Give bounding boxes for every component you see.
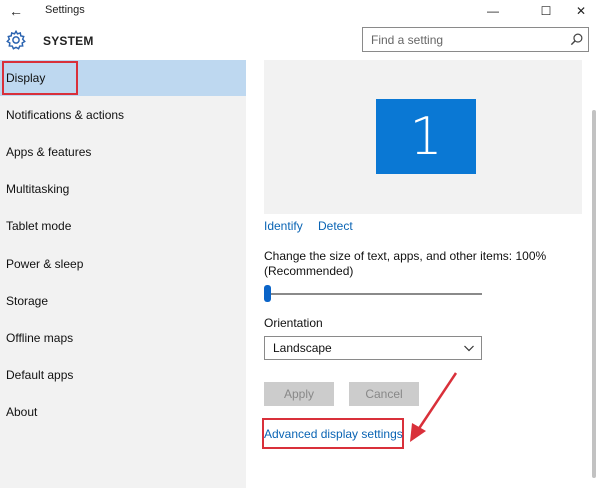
sidebar: Display Notifications & actions Apps & f…	[0, 60, 246, 488]
sidebar-item-offline-maps[interactable]: Offline maps	[0, 320, 246, 356]
advanced-display-settings-link[interactable]: Advanced display settings	[264, 427, 403, 441]
page-title: SYSTEM	[43, 34, 94, 48]
orientation-dropdown[interactable]: Landscape	[264, 336, 482, 360]
maximize-icon: ☐	[540, 4, 552, 18]
apply-label: Apply	[283, 387, 315, 401]
sidebar-item-about[interactable]: About	[0, 394, 246, 430]
cancel-label: Cancel	[365, 387, 403, 401]
back-button[interactable]: ←	[0, 0, 32, 22]
title-bar: ← Settings — ☐ ✕	[0, 0, 600, 22]
scale-label: Change the size of text, apps, and other…	[264, 249, 547, 278]
detect-link[interactable]: Detect	[318, 219, 353, 233]
highlight-box-display	[2, 61, 78, 95]
orientation-label: Orientation	[264, 316, 323, 330]
sidebar-item-tablet-mode[interactable]: Tablet mode	[0, 208, 246, 244]
sidebar-item-notifications[interactable]: Notifications & actions	[0, 97, 246, 133]
minimize-icon: —	[487, 4, 499, 18]
display-preview: 1	[264, 60, 582, 214]
page-header: SYSTEM	[0, 22, 600, 60]
cancel-button[interactable]: Cancel	[349, 382, 419, 406]
sidebar-item-default-apps[interactable]: Default apps	[0, 357, 246, 393]
sidebar-item-storage[interactable]: Storage	[0, 283, 246, 319]
sidebar-item-label: Power & sleep	[6, 257, 84, 271]
gear-icon	[6, 29, 26, 50]
minimize-button[interactable]: —	[472, 0, 514, 22]
orientation-value: Landscape	[273, 341, 332, 355]
monitor-number: 1	[409, 106, 443, 167]
window-title: Settings	[45, 4, 85, 16]
sidebar-item-label: Default apps	[6, 368, 74, 382]
sidebar-item-multitasking[interactable]: Multitasking	[0, 171, 246, 207]
close-icon: ✕	[575, 4, 587, 18]
scale-slider-track[interactable]	[266, 293, 482, 295]
sidebar-item-label: Apps & features	[6, 145, 92, 159]
search-box[interactable]	[362, 27, 589, 52]
sidebar-item-power-sleep[interactable]: Power & sleep	[0, 246, 246, 282]
close-button[interactable]: ✕	[560, 0, 600, 22]
identify-link[interactable]: Identify	[264, 219, 303, 233]
sidebar-item-label: Storage	[6, 294, 49, 308]
sidebar-item-label: About	[6, 405, 38, 419]
scrollbar-thumb[interactable]	[592, 110, 596, 478]
search-icon[interactable]	[569, 32, 584, 47]
sidebar-item-apps-features[interactable]: Apps & features	[0, 134, 246, 170]
sidebar-item-label: Notifications & actions	[6, 108, 125, 122]
chevron-down-icon	[464, 345, 474, 352]
sidebar-item-label: Offline maps	[6, 331, 74, 345]
apply-button[interactable]: Apply	[264, 382, 334, 406]
back-arrow-icon: ←	[9, 3, 23, 19]
sidebar-item-display[interactable]: Display	[0, 60, 246, 96]
sidebar-item-label: Tablet mode	[6, 219, 72, 233]
sidebar-item-label: Multitasking	[6, 182, 70, 196]
display-settings-panel: 1 Identify Detect Change the size of tex…	[246, 60, 600, 488]
scale-slider-thumb[interactable]	[264, 285, 271, 302]
monitor-tile[interactable]: 1	[376, 99, 476, 174]
search-input[interactable]	[363, 28, 563, 51]
